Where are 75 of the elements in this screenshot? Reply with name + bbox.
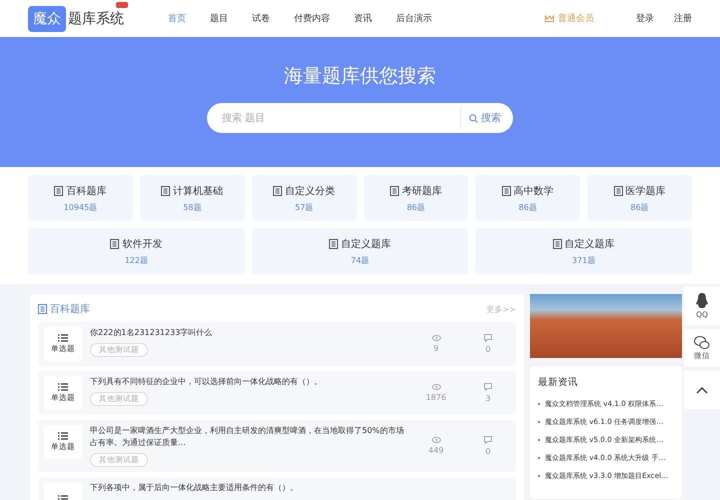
category-name: 高中数学	[514, 184, 554, 198]
question-title[interactable]: 下列各项中，属于后向一体化战略主要适用条件的有（）。	[90, 482, 510, 494]
list-icon	[58, 334, 68, 342]
view-count: 9	[433, 344, 439, 353]
book-icon	[552, 238, 562, 248]
chevron-up-icon	[696, 386, 708, 394]
book-icon	[54, 186, 64, 196]
chat-bubbles-icon	[694, 336, 710, 350]
badge-icon	[116, 2, 128, 8]
category-card[interactable]: 软件开发 122题	[28, 228, 245, 274]
crown-icon	[545, 15, 554, 22]
category-name: 考研题库	[402, 184, 442, 198]
comment-count: 0	[485, 447, 491, 456]
nav-link[interactable]: 资讯	[354, 12, 372, 25]
category-count: 122题	[124, 254, 148, 266]
category-card[interactable]: 百科题库 10945题	[28, 175, 133, 221]
category-name: 自定义题库	[340, 238, 391, 250]
eye-icon	[432, 437, 440, 443]
view-count: 1876	[426, 393, 446, 402]
category-card[interactable]: 医学题库 86题	[587, 175, 692, 221]
list-icon	[58, 383, 68, 391]
category-name: 软件开发	[122, 238, 162, 250]
category-count: 86题	[630, 202, 649, 212]
back-to-top-button[interactable]	[684, 371, 720, 409]
category-count: 74题	[350, 254, 370, 266]
login-link[interactable]: 登录	[636, 12, 654, 25]
nav-link[interactable]: 付费内容	[294, 12, 330, 25]
question-row[interactable]: 下列各项中，属于后向一体化战略主要适用条件的有（）。	[38, 477, 516, 500]
list-icon	[58, 432, 68, 440]
logo-text[interactable]: 题库系统	[68, 10, 124, 28]
category-count: 371题	[572, 254, 596, 266]
book-icon	[502, 186, 511, 196]
category-card[interactable]: 自定义分类 57题	[252, 175, 356, 221]
nav-link[interactable]: 后台演示	[396, 12, 432, 25]
book-icon	[614, 186, 623, 196]
category-card[interactable]: 高中数学 86题	[475, 175, 580, 221]
hero-title: 海量题库供您搜索	[284, 64, 436, 89]
book-icon	[328, 238, 338, 248]
penguin-icon	[695, 293, 709, 309]
category-count: 58题	[183, 202, 202, 212]
book-icon	[110, 238, 120, 248]
category-count: 86题	[518, 202, 537, 212]
nav-link[interactable]: 题目	[210, 12, 228, 25]
comment-count: 3	[485, 394, 491, 403]
question-title[interactable]: 你222的1名231231233字叫什么	[90, 327, 406, 339]
eye-icon	[432, 335, 440, 341]
category-card[interactable]: 自定义题库 371题	[475, 228, 692, 274]
view-count: 449	[428, 446, 444, 455]
question-title[interactable]: 甲公司是一家啤酒生产大型企业，利用自主研发的清爽型啤酒，在当地取得了50%的市场占有率。为通过保证质量...	[90, 425, 406, 449]
category-count: 10945题	[64, 202, 98, 212]
question-title[interactable]: 下列具有不同特征的企业中，可以选择前向一体化战略的有（）。	[90, 376, 406, 388]
category-card[interactable]: 考研题库 86题	[364, 175, 468, 221]
book-icon	[38, 304, 47, 314]
book-icon	[390, 186, 399, 196]
comment-icon	[484, 383, 492, 391]
comment-count: 0	[485, 345, 491, 354]
panel-title: 百科题库	[50, 302, 90, 316]
category-name: 百科题库	[66, 184, 106, 198]
news-title: 最新资讯	[538, 376, 579, 389]
comment-icon	[484, 334, 492, 342]
category-name: 计算机基础	[173, 184, 224, 198]
category-count: 86题	[406, 202, 425, 212]
category-card[interactable]: 计算机基础 58题	[140, 175, 245, 221]
category-name: 自定义题库	[564, 238, 615, 250]
register-link[interactable]: 注册	[674, 12, 692, 25]
search-icon	[469, 114, 478, 122]
book-icon	[161, 186, 170, 196]
category-card[interactable]: 自定义题库 74题	[252, 228, 468, 274]
category-count: 57题	[294, 202, 314, 212]
comment-icon	[484, 436, 492, 444]
eye-icon	[432, 384, 440, 390]
book-icon	[273, 186, 282, 196]
category-name: 医学题库	[626, 184, 666, 198]
nav-link[interactable]: 试卷	[252, 12, 270, 25]
category-name: 自定义分类	[285, 184, 336, 198]
